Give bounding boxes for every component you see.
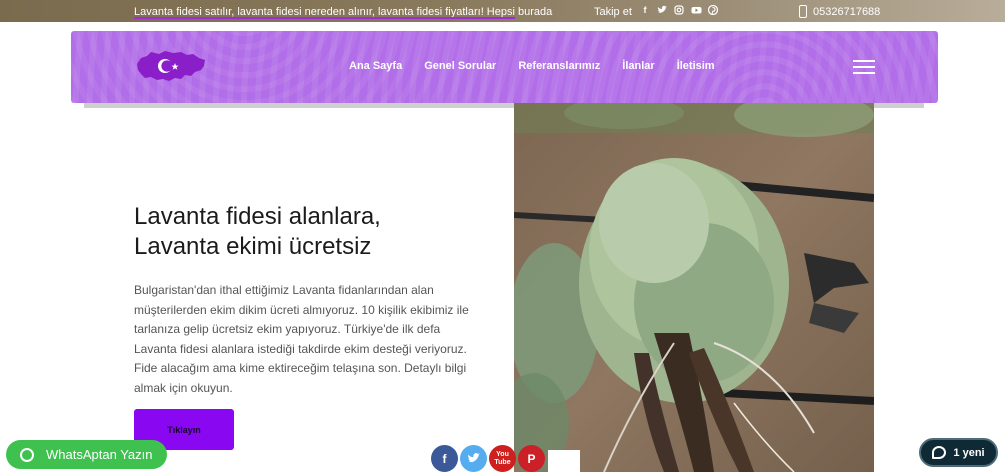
- twitter-icon[interactable]: [657, 5, 667, 16]
- whatsapp-chat-button[interactable]: WhatsAptan Yazın: [6, 440, 167, 469]
- pinterest-icon[interactable]: P: [518, 445, 545, 472]
- youtube-icon[interactable]: [691, 5, 702, 16]
- page: Lavanta fidesi satılır, lavanta fidesi n…: [0, 0, 1005, 472]
- pinterest-icon[interactable]: [707, 4, 719, 16]
- top-social-links: f: [640, 4, 719, 16]
- chat-bubble-icon: [932, 446, 947, 459]
- hero-title: Lavanta fidesi alanlara, Lavanta ekimi ü…: [134, 202, 381, 262]
- nav-item-home[interactable]: Ana Sayfa: [349, 60, 402, 72]
- follow-label: Takip et: [594, 6, 632, 18]
- nav-item-contact[interactable]: İletisim: [677, 60, 715, 72]
- nav-item-faq[interactable]: Genel Sorular: [424, 60, 496, 72]
- mobile-phone-icon: [799, 5, 807, 18]
- hero-title-line-2: Lavanta ekimi ücretsiz: [134, 233, 372, 260]
- phone-contact[interactable]: 05326717688: [799, 5, 880, 18]
- whatsapp-label: WhatsAptan Yazın: [46, 447, 153, 462]
- hero-title-line-1: Lavanta fidesi alanlara,: [134, 203, 381, 230]
- twitter-icon[interactable]: [460, 445, 487, 472]
- top-bar: Lavanta fidesi satılır, lavanta fidesi n…: [0, 0, 1005, 22]
- hamburger-menu-icon[interactable]: [853, 60, 875, 74]
- nav-item-references[interactable]: Referanslarımız: [518, 60, 600, 72]
- lavender-seedling-photo: [514, 103, 874, 472]
- whatsapp-icon: [20, 447, 34, 462]
- social-share-bar: f You Tube P: [431, 445, 545, 472]
- announcement-underline: [134, 17, 515, 19]
- turkey-map-logo[interactable]: [135, 48, 207, 84]
- instagram-icon[interactable]: [674, 5, 684, 16]
- phone-number[interactable]: 05326717688: [813, 6, 880, 18]
- facebook-icon[interactable]: f: [640, 5, 650, 16]
- main-nav: Ana Sayfa Genel Sorular Referanslarımız …: [71, 31, 938, 103]
- youtube-icon[interactable]: You Tube: [489, 445, 516, 472]
- chat-new-count: 1 yeni: [953, 446, 985, 459]
- nav-item-listings[interactable]: İlanlar: [622, 60, 654, 72]
- hero-description: Bulgaristan'dan ithal ettiğimiz Lavanta …: [134, 283, 469, 395]
- live-chat-button[interactable]: 1 yeni: [919, 438, 998, 467]
- facebook-icon[interactable]: f: [431, 445, 458, 472]
- nav-menu: Ana Sayfa Genel Sorular Referanslarımız …: [349, 60, 715, 72]
- share-overflow-tile: [548, 450, 580, 472]
